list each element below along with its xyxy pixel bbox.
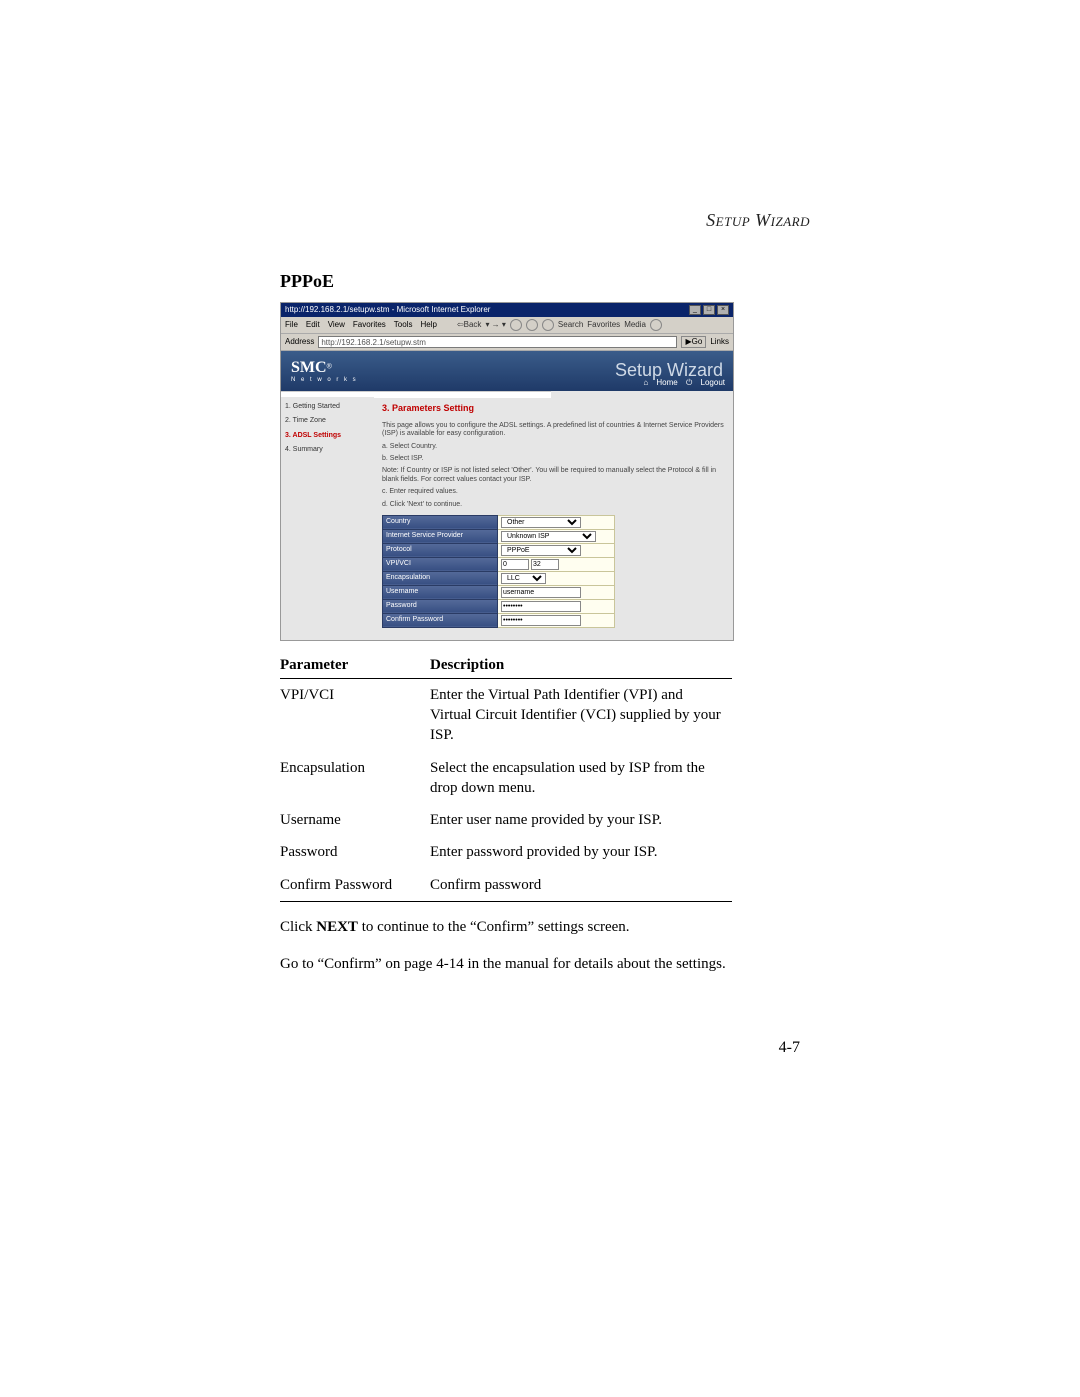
table-row: UsernameEnter user name provided by your… xyxy=(280,804,732,836)
ie-window-title: http://192.168.2.1/setupw.stm - Microsof… xyxy=(285,305,490,315)
body-text-1: Click NEXT to continue to the “Confirm” … xyxy=(280,916,732,939)
maximize-icon[interactable]: □ xyxy=(703,305,715,315)
protocol-select[interactable]: PPPoE xyxy=(501,545,581,556)
label-country: Country xyxy=(383,515,498,529)
wizard-sidebar: 1. Getting Started 2. Time Zone 3. ADSL … xyxy=(281,397,374,640)
toolbar-search[interactable]: Search xyxy=(558,320,583,330)
toolbar-favorites[interactable]: Favorites xyxy=(587,320,620,330)
embedded-screenshot: http://192.168.2.1/setupw.stm - Microsof… xyxy=(280,302,734,641)
ie-title-bar: http://192.168.2.1/setupw.stm - Microsof… xyxy=(281,303,733,317)
parameter-description-table: Parameter Description VPI/VCIEnter the V… xyxy=(280,653,732,902)
address-label: Address xyxy=(285,337,314,347)
menu-tools[interactable]: Tools xyxy=(394,320,413,330)
home-link[interactable]: ⌂ Home xyxy=(643,378,677,387)
step-b: b. Select ISP. xyxy=(382,455,725,463)
label-isp: Internet Service Provider xyxy=(383,529,498,543)
refresh-icon[interactable] xyxy=(526,319,538,331)
step-d: d. Click 'Next' to continue. xyxy=(382,501,725,509)
smc-logo: SMC xyxy=(291,359,327,376)
menu-edit[interactable]: Edit xyxy=(306,320,320,330)
wizard-content: 3. Parameters Setting This page allows y… xyxy=(374,397,733,640)
logout-link[interactable]: ⏻ Logout xyxy=(686,378,725,387)
encapsulation-select[interactable]: LLC xyxy=(501,573,546,584)
label-confirm-password: Confirm Password xyxy=(383,613,498,627)
ie-address-bar: Address ▶Go Links xyxy=(281,334,733,351)
go-button[interactable]: ▶Go xyxy=(681,336,706,348)
history-icon[interactable] xyxy=(650,319,662,331)
smc-logo-sub: N e t w o r k s xyxy=(291,377,358,384)
step-a: a. Select Country. xyxy=(382,443,725,451)
table-row: Confirm PasswordConfirm password xyxy=(280,869,732,902)
stop-icon[interactable] xyxy=(510,319,522,331)
menu-file[interactable]: File xyxy=(285,320,298,330)
settings-form: Country Other Internet Service Provider … xyxy=(382,515,615,628)
toolbar-media[interactable]: Media xyxy=(624,320,646,330)
sidebar-item-summary[interactable]: 4. Summary xyxy=(285,446,370,454)
menu-favorites[interactable]: Favorites xyxy=(353,320,386,330)
isp-select[interactable]: Unknown ISP xyxy=(501,531,596,542)
sidebar-item-adsl-settings[interactable]: 3. ADSL Settings xyxy=(285,432,370,440)
col-parameter: Parameter xyxy=(280,653,430,679)
page-number: 4-7 xyxy=(779,1039,800,1057)
address-input[interactable] xyxy=(318,336,677,348)
note-text: Note: If Country or ISP is not listed se… xyxy=(382,467,725,484)
menu-help[interactable]: Help xyxy=(420,320,436,330)
table-row: EncapsulationSelect the encapsulation us… xyxy=(280,752,732,805)
label-username: Username xyxy=(383,585,498,599)
username-input[interactable] xyxy=(501,587,581,598)
password-input[interactable] xyxy=(501,601,581,612)
step-c: c. Enter required values. xyxy=(382,488,725,496)
confirm-password-input[interactable] xyxy=(501,615,581,626)
back-button[interactable]: ⇦Back xyxy=(457,320,482,330)
content-heading: 3. Parameters Setting xyxy=(382,403,725,414)
body-text-2: Go to “Confirm” on page 4-14 in the manu… xyxy=(280,953,732,976)
table-row: PasswordEnter password provided by your … xyxy=(280,836,732,868)
label-vpivci: VPI/VCI xyxy=(383,557,498,571)
document-page: Setup Wizard PPPoE http://192.168.2.1/se… xyxy=(0,0,1080,1397)
ie-menu-bar: File Edit View Favorites Tools Help ⇦Bac… xyxy=(281,317,733,334)
vpi-input[interactable] xyxy=(501,559,529,570)
country-select[interactable]: Other xyxy=(501,517,581,528)
label-protocol: Protocol xyxy=(383,543,498,557)
links-label[interactable]: Links xyxy=(710,337,729,347)
section-title-pppoe: PPPoE xyxy=(280,271,810,292)
vci-input[interactable] xyxy=(531,559,559,570)
label-encapsulation: Encapsulation xyxy=(383,571,498,585)
home-icon[interactable] xyxy=(542,319,554,331)
label-password: Password xyxy=(383,599,498,613)
menu-view[interactable]: View xyxy=(328,320,345,330)
sidebar-item-time-zone[interactable]: 2. Time Zone xyxy=(285,417,370,425)
close-icon[interactable]: × xyxy=(717,305,729,315)
router-header: SMC® N e t w o r k s Setup Wizard ⌂ Home… xyxy=(281,351,733,391)
col-description: Description xyxy=(430,653,732,679)
sidebar-item-getting-started[interactable]: 1. Getting Started xyxy=(285,403,370,411)
table-row: VPI/VCIEnter the Virtual Path Identifier… xyxy=(280,678,732,751)
minimize-icon[interactable]: _ xyxy=(689,305,701,315)
window-controls: _ □ × xyxy=(689,305,729,315)
intro-text: This page allows you to configure the AD… xyxy=(382,422,725,439)
running-header: Setup Wizard xyxy=(280,210,810,231)
